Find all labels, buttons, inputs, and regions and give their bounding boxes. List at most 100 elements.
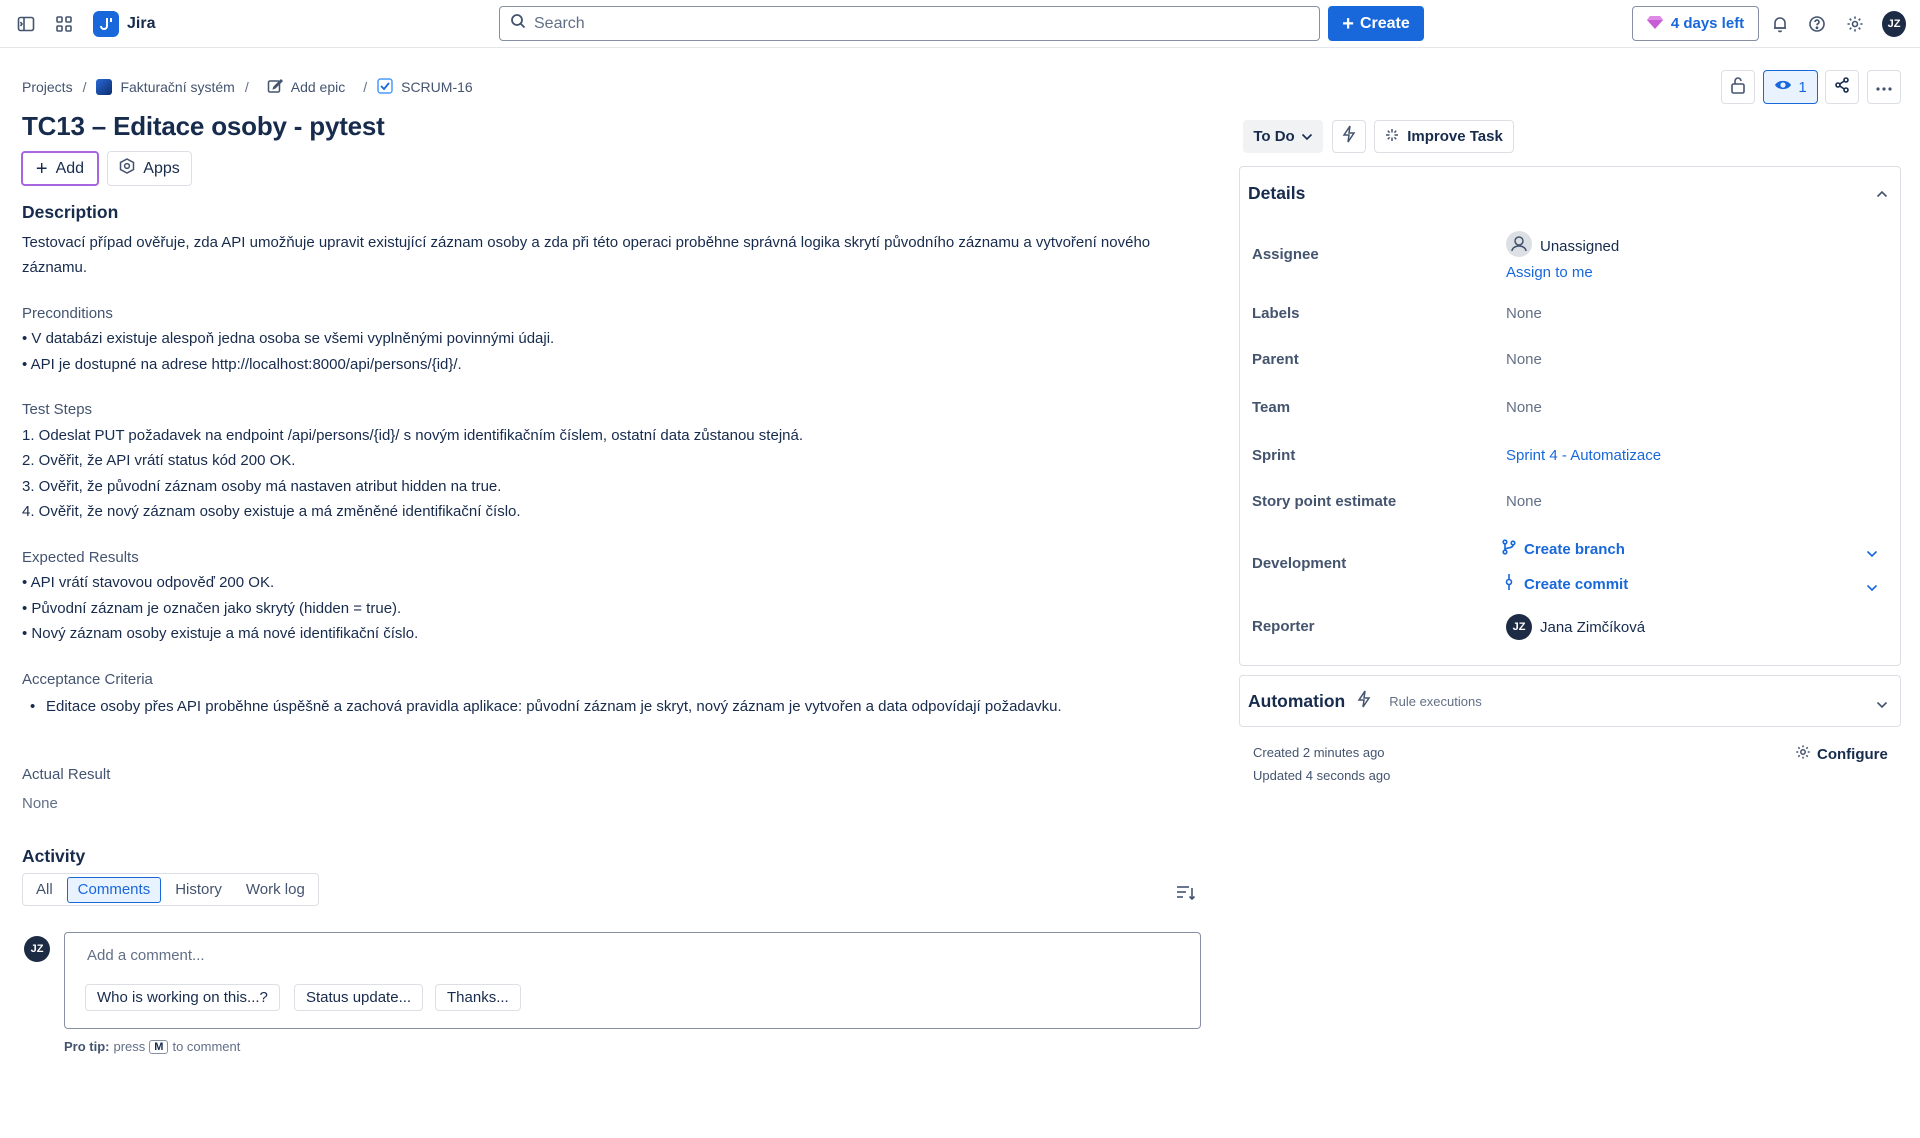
test-steps-title: Test Steps: [22, 401, 93, 418]
breadcrumb-project[interactable]: Fakturační systém: [96, 79, 235, 95]
lightning-icon: [1357, 690, 1371, 713]
comment-editor[interactable]: Add a comment... Who is working on this.…: [64, 932, 1201, 1029]
precondition-item: • V databázi existuje alespoň jedna osob…: [22, 330, 555, 347]
description-section[interactable]: Description Testovací případ ověřuje, zd…: [22, 200, 1202, 720]
plus-icon: +: [1342, 12, 1354, 35]
search-box[interactable]: [499, 6, 1320, 41]
chevron-down-icon[interactable]: [1876, 696, 1888, 714]
top-navigation: Jira + Create 4 days left JZ: [0, 0, 1920, 48]
assignee-label: Assignee: [1252, 246, 1319, 263]
lock-button[interactable]: [1721, 70, 1755, 104]
chevron-down-icon[interactable]: [1866, 545, 1878, 563]
pro-tip-label: Pro tip:: [64, 1039, 110, 1054]
description-heading: Description: [22, 202, 119, 222]
breadcrumb-separator: /: [244, 79, 249, 95]
apps-button[interactable]: Apps: [107, 151, 192, 186]
tab-all[interactable]: All: [26, 877, 63, 903]
activity-tabs: All Comments History Work log: [22, 873, 319, 906]
create-button[interactable]: + Create: [1328, 6, 1424, 41]
breadcrumb: Projects / Fakturační systém / Add epic …: [22, 76, 473, 98]
breadcrumb-separator: /: [363, 79, 368, 95]
commit-icon: [1502, 573, 1516, 595]
watchers-count: 1: [1798, 78, 1807, 96]
story-points-label: Story point estimate: [1252, 493, 1397, 510]
automation-button[interactable]: [1332, 120, 1366, 153]
unassigned-avatar-icon: [1506, 231, 1532, 261]
expected-result-item: • Nový záznam osoby existuje a má nové i…: [22, 625, 419, 642]
sprint-value[interactable]: Sprint 4 - Automatizace: [1506, 447, 1661, 464]
issue-title[interactable]: TC13 – Editace osoby - pytest: [22, 111, 385, 142]
issue-key-label: SCRUM-16: [401, 79, 473, 95]
add-button[interactable]: + Add: [21, 151, 99, 186]
actual-result-value[interactable]: None: [22, 795, 58, 812]
sort-order-icon[interactable]: [1176, 884, 1196, 907]
configure-button[interactable]: Configure: [1795, 744, 1888, 764]
search-input[interactable]: [534, 14, 1294, 33]
labels-value[interactable]: None: [1506, 305, 1542, 322]
chevron-up-icon[interactable]: [1876, 185, 1888, 203]
trial-button[interactable]: 4 days left: [1632, 6, 1759, 41]
assign-to-me-link[interactable]: Assign to me: [1506, 264, 1593, 281]
test-step-item: 1. Odeslat PUT požadavek na endpoint /ap…: [22, 426, 804, 444]
create-commit-label: Create commit: [1524, 575, 1629, 593]
suggestion-who-working[interactable]: Who is working on this...?: [85, 984, 280, 1011]
eye-icon: [1774, 78, 1792, 96]
tab-work-log[interactable]: Work log: [236, 877, 315, 903]
status-dropdown[interactable]: To Do: [1243, 120, 1323, 153]
avatar: JZ: [24, 936, 50, 962]
parent-value[interactable]: None: [1506, 351, 1542, 368]
sidebar-toggle-icon[interactable]: [14, 12, 38, 36]
create-label: Create: [1359, 14, 1410, 32]
expected-results-block: Expected Results • API vrátí stavovou od…: [22, 545, 1202, 647]
create-branch-link[interactable]: Create branch: [1502, 539, 1625, 559]
story-points-value[interactable]: None: [1506, 493, 1542, 510]
preconditions-block: Preconditions • V databázi existuje ales…: [22, 301, 1202, 378]
expected-result-item: • API vrátí stavovou odpověď 200 OK.: [22, 574, 275, 591]
expected-results-title: Expected Results: [22, 548, 139, 566]
acceptance-criteria-block: Acceptance Criteria Editace osoby přes A…: [22, 667, 1202, 720]
trial-label: 4 days left: [1670, 15, 1745, 32]
create-commit-link[interactable]: Create commit: [1502, 573, 1628, 595]
avatar: JZ: [1506, 614, 1532, 640]
share-button[interactable]: [1825, 70, 1859, 104]
apps-icon: [119, 158, 135, 179]
suggestion-status-update[interactable]: Status update...: [294, 984, 424, 1011]
watchers-button[interactable]: 1: [1763, 70, 1818, 104]
jira-logo[interactable]: Jira: [93, 11, 155, 37]
task-checkbox-icon: [377, 77, 393, 97]
activity-heading: Activity: [22, 846, 86, 866]
updated-timestamp: Updated 4 seconds ago: [1253, 768, 1391, 783]
reporter-value[interactable]: JZ Jana Zimčíková: [1506, 614, 1645, 640]
breadcrumb-issue-key[interactable]: SCRUM-16: [377, 77, 473, 97]
project-icon: [96, 79, 113, 95]
improve-task-button[interactable]: Improve Task: [1374, 120, 1514, 153]
more-icon: [1876, 78, 1892, 96]
comment-user-avatar: JZ: [24, 936, 50, 962]
breadcrumb-projects[interactable]: Projects: [22, 79, 73, 95]
test-step-item: 3. Ověřit, že původní záznam osoby má na…: [22, 477, 502, 495]
team-value[interactable]: None: [1506, 399, 1542, 416]
test-step-item: 4. Ověřit, že nový záznam osoby existuje…: [22, 503, 521, 520]
acceptance-criteria-title: Acceptance Criteria: [22, 670, 153, 688]
help-icon[interactable]: [1805, 12, 1829, 36]
assignee-value[interactable]: Unassigned: [1506, 231, 1619, 261]
suggestion-thanks[interactable]: Thanks...: [435, 984, 521, 1011]
notifications-icon[interactable]: [1768, 12, 1792, 36]
tab-history[interactable]: History: [165, 877, 232, 903]
chevron-down-icon: [1301, 128, 1313, 145]
breadcrumb-add-epic[interactable]: Add epic: [267, 78, 345, 97]
details-heading[interactable]: Details: [1248, 183, 1305, 204]
automation-panel[interactable]: Automation Rule executions: [1239, 675, 1901, 727]
app-switcher-icon[interactable]: [52, 12, 76, 36]
user-avatar[interactable]: JZ: [1882, 11, 1906, 37]
breadcrumb-separator: /: [82, 79, 87, 95]
improve-task-label: Improve Task: [1407, 128, 1503, 145]
precondition-item: • API je dostupné na adrese http://local…: [22, 355, 462, 373]
settings-icon[interactable]: [1843, 12, 1867, 36]
gear-icon: [1795, 744, 1811, 764]
tab-comments[interactable]: Comments: [66, 876, 162, 903]
reporter-label: Reporter: [1252, 618, 1315, 635]
gem-icon: [1646, 15, 1663, 33]
more-actions-button[interactable]: [1867, 70, 1901, 104]
chevron-down-icon[interactable]: [1866, 579, 1878, 597]
